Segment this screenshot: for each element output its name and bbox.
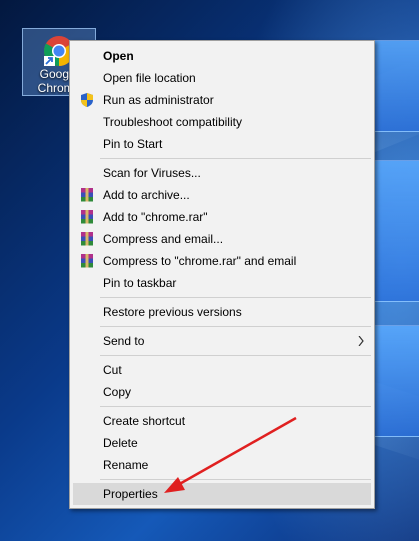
menu-separator bbox=[100, 355, 371, 356]
menu-item-run-as-administrator[interactable]: Run as administrator bbox=[70, 89, 374, 111]
menu-item-label: Add to "chrome.rar" bbox=[103, 210, 208, 224]
menu-item-label: Cut bbox=[103, 363, 122, 377]
chevron-right-icon bbox=[358, 336, 364, 346]
menu-item-rename[interactable]: Rename bbox=[70, 454, 374, 476]
menu-separator bbox=[100, 479, 371, 480]
menu-item-label: Troubleshoot compatibility bbox=[103, 115, 242, 129]
uac-shield-icon bbox=[79, 92, 95, 108]
menu-item-cut[interactable]: Cut bbox=[70, 359, 374, 381]
menu-item-label: Create shortcut bbox=[103, 414, 186, 428]
menu-item-restore-previous-versions[interactable]: Restore previous versions bbox=[70, 301, 374, 323]
context-menu: Open Open file location Run as administrat… bbox=[69, 40, 375, 509]
menu-separator bbox=[100, 406, 371, 407]
menu-item-add-to-archive[interactable]: Add to archive... bbox=[70, 184, 374, 206]
menu-item-compress-to-chrome-rar-and-email[interactable]: Compress to "chrome.rar" and email bbox=[70, 250, 374, 272]
winrar-icon bbox=[79, 187, 95, 203]
menu-item-compress-and-email[interactable]: Compress and email... bbox=[70, 228, 374, 250]
menu-item-delete[interactable]: Delete bbox=[70, 432, 374, 454]
menu-separator bbox=[100, 158, 371, 159]
menu-item-send-to[interactable]: Send to bbox=[70, 330, 374, 352]
menu-item-open[interactable]: Open bbox=[70, 45, 374, 67]
menu-item-label: Properties bbox=[103, 487, 158, 501]
menu-item-pin-to-start[interactable]: Pin to Start bbox=[70, 133, 374, 155]
menu-item-label: Pin to Start bbox=[103, 137, 163, 151]
menu-item-label: Add to archive... bbox=[103, 188, 190, 202]
menu-item-create-shortcut[interactable]: Create shortcut bbox=[70, 410, 374, 432]
menu-item-label: Delete bbox=[103, 436, 138, 450]
winrar-icon bbox=[79, 231, 95, 247]
menu-item-label: Run as administrator bbox=[103, 93, 214, 107]
menu-item-open-file-location[interactable]: Open file location bbox=[70, 67, 374, 89]
menu-item-add-to-chrome-rar[interactable]: Add to "chrome.rar" bbox=[70, 206, 374, 228]
menu-item-pin-to-taskbar[interactable]: Pin to taskbar bbox=[70, 272, 374, 294]
menu-item-label: Scan for Viruses... bbox=[103, 166, 201, 180]
menu-item-label: Compress to "chrome.rar" and email bbox=[103, 254, 297, 268]
menu-separator bbox=[100, 297, 371, 298]
menu-separator bbox=[100, 326, 371, 327]
menu-item-label: Send to bbox=[103, 334, 145, 348]
winrar-icon bbox=[79, 209, 95, 225]
winrar-icon bbox=[79, 253, 95, 269]
menu-item-label: Pin to taskbar bbox=[103, 276, 177, 290]
menu-item-troubleshoot-compatibility[interactable]: Troubleshoot compatibility bbox=[70, 111, 374, 133]
menu-item-label: Restore previous versions bbox=[103, 305, 242, 319]
menu-item-label: Open bbox=[103, 49, 134, 63]
menu-item-label: Open file location bbox=[103, 71, 196, 85]
menu-item-properties[interactable]: Properties bbox=[73, 483, 371, 505]
menu-item-label: Copy bbox=[103, 385, 132, 399]
menu-item-label: Rename bbox=[103, 458, 149, 472]
menu-item-label: Compress and email... bbox=[103, 232, 224, 246]
menu-item-copy[interactable]: Copy bbox=[70, 381, 374, 403]
menu-item-scan-for-viruses[interactable]: Scan for Viruses... bbox=[70, 162, 374, 184]
